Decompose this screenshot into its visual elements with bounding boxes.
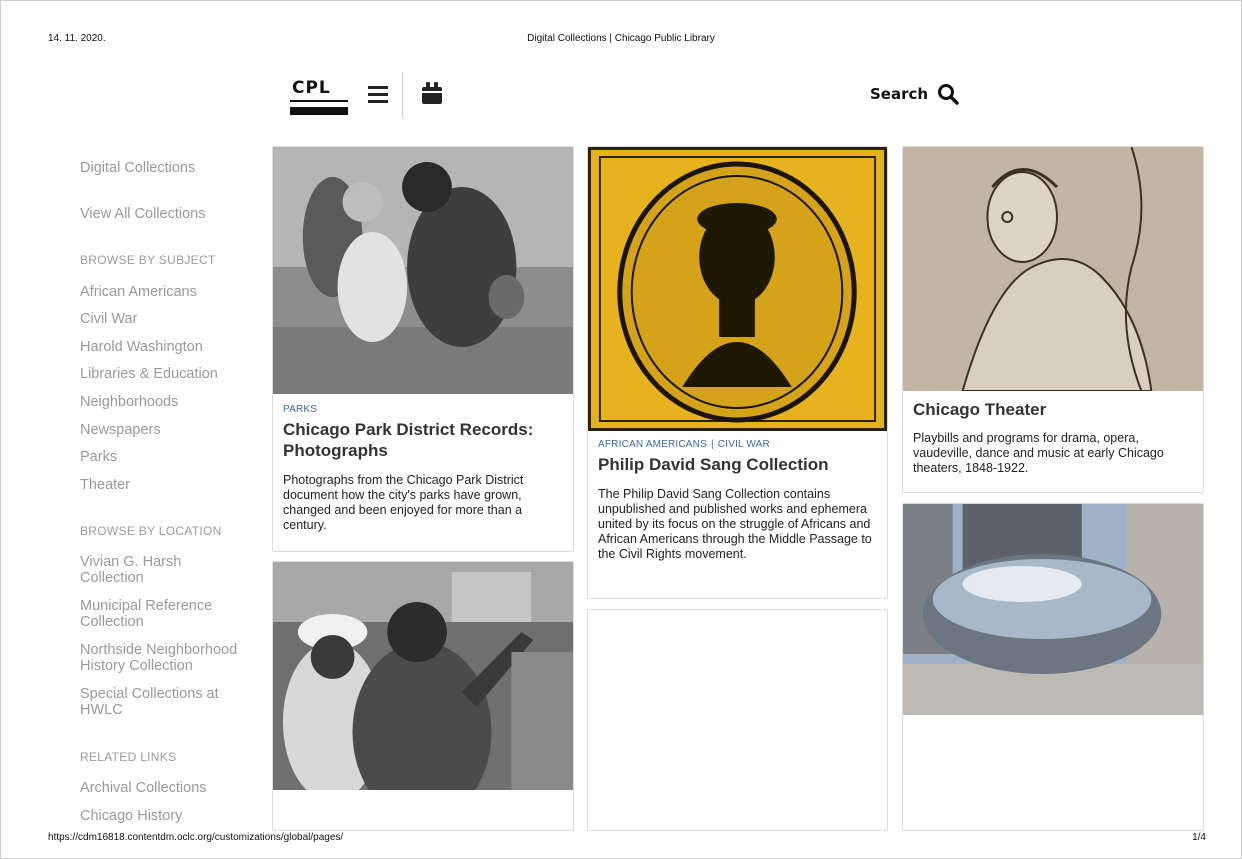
tag-african-americans[interactable]: AFRICAN AMERICANS: [598, 439, 707, 450]
sidebar-item-special-collections-hwlc[interactable]: Special Collections at HWLC: [80, 686, 240, 718]
sidebar-item-northside-neighborhood[interactable]: Northside Neighborhood History Collectio…: [80, 642, 260, 674]
sidebar-link-view-all[interactable]: View All Collections: [80, 206, 205, 222]
logo-underline: [290, 100, 348, 102]
print-url: https://cdm16818.contentdm.oclc.org/cust…: [48, 832, 344, 843]
harold-washington-photo-image: [273, 562, 573, 790]
hamburger-menu-icon[interactable]: [368, 86, 388, 104]
card-description: The Philip David Sang Collection contain…: [598, 487, 872, 561]
collection-card-philip-david-sang[interactable]: AFRICAN AMERICANS | CIVIL WAR Philip David…: [587, 146, 888, 599]
site-header: CPL Search: [290, 72, 990, 118]
card-title[interactable]: Philip David Sang Collection: [598, 454, 875, 475]
header-divider: [402, 72, 403, 118]
browse-subject-heading: BROWSE BY SUBJECT: [80, 253, 216, 267]
card-title[interactable]: Chicago Park District Records: Photograp…: [283, 419, 561, 461]
collection-card-parks[interactable]: PARKS Chicago Park District Records: Pho…: [272, 146, 574, 552]
card-title[interactable]: Chicago Theater: [913, 399, 1191, 420]
cpl-logo[interactable]: CPL: [290, 78, 348, 115]
sidebar-item-civil-war[interactable]: Civil War: [80, 311, 137, 327]
search-label: Search: [870, 85, 929, 103]
logo-bar: [290, 107, 348, 115]
card-tag[interactable]: PARKS: [283, 404, 317, 415]
tag-separator: |: [710, 439, 714, 450]
calendar-icon[interactable]: [422, 82, 442, 104]
sidebar-item-archival-collections[interactable]: Archival Collections: [80, 780, 207, 796]
sidebar-link-digital-collections[interactable]: Digital Collections: [80, 160, 195, 176]
collection-card-placeholder[interactable]: [587, 609, 888, 831]
sidebar-item-newspapers[interactable]: Newspapers: [80, 422, 161, 438]
print-title: Digital Collections | Chicago Public Lib…: [527, 33, 715, 44]
sidebar-item-parks[interactable]: Parks: [80, 449, 117, 465]
sidebar-item-municipal-reference[interactable]: Municipal Reference Collection: [80, 598, 230, 630]
sang-collection-image: [588, 147, 887, 431]
sidebar-item-neighborhoods[interactable]: Neighborhoods: [80, 394, 178, 410]
sidebar-item-libraries-education[interactable]: Libraries & Education: [80, 366, 218, 382]
tag-civil-war[interactable]: CIVIL WAR: [718, 439, 770, 450]
sidebar-item-theater[interactable]: Theater: [80, 477, 130, 493]
collection-card-harold-washington[interactable]: [272, 561, 574, 831]
sidebar-item-harold-washington[interactable]: Harold Washington: [80, 339, 203, 355]
browse-location-heading: BROWSE BY LOCATION: [80, 524, 222, 538]
collection-card-chicago-theater[interactable]: Chicago Theater Playbills and programs f…: [902, 146, 1204, 493]
collection-card-cloud-gate[interactable]: [902, 503, 1204, 831]
card-description: Photographs from the Chicago Park Distri…: [283, 473, 524, 532]
sidebar-item-african-americans[interactable]: African Americans: [80, 284, 197, 300]
related-links-heading: RELATED LINKS: [80, 750, 177, 764]
cloud-gate-photo-image: [903, 504, 1203, 715]
theater-illustration-image: [903, 147, 1203, 391]
tag-parks[interactable]: PARKS: [283, 404, 317, 415]
print-page-number: 1/4: [1192, 832, 1206, 843]
search-icon: [938, 84, 959, 105]
card-tags: AFRICAN AMERICANS | CIVIL WAR: [598, 439, 770, 450]
logo-text: CPL: [292, 78, 331, 98]
sidebar-item-chicago-history[interactable]: Chicago History: [80, 808, 182, 824]
card-description: Playbills and programs for drama, opera,…: [913, 431, 1164, 475]
sidebar-item-vivian-harsh[interactable]: Vivian G. Harsh Collection: [80, 554, 210, 586]
parks-photo-image: [273, 147, 573, 394]
